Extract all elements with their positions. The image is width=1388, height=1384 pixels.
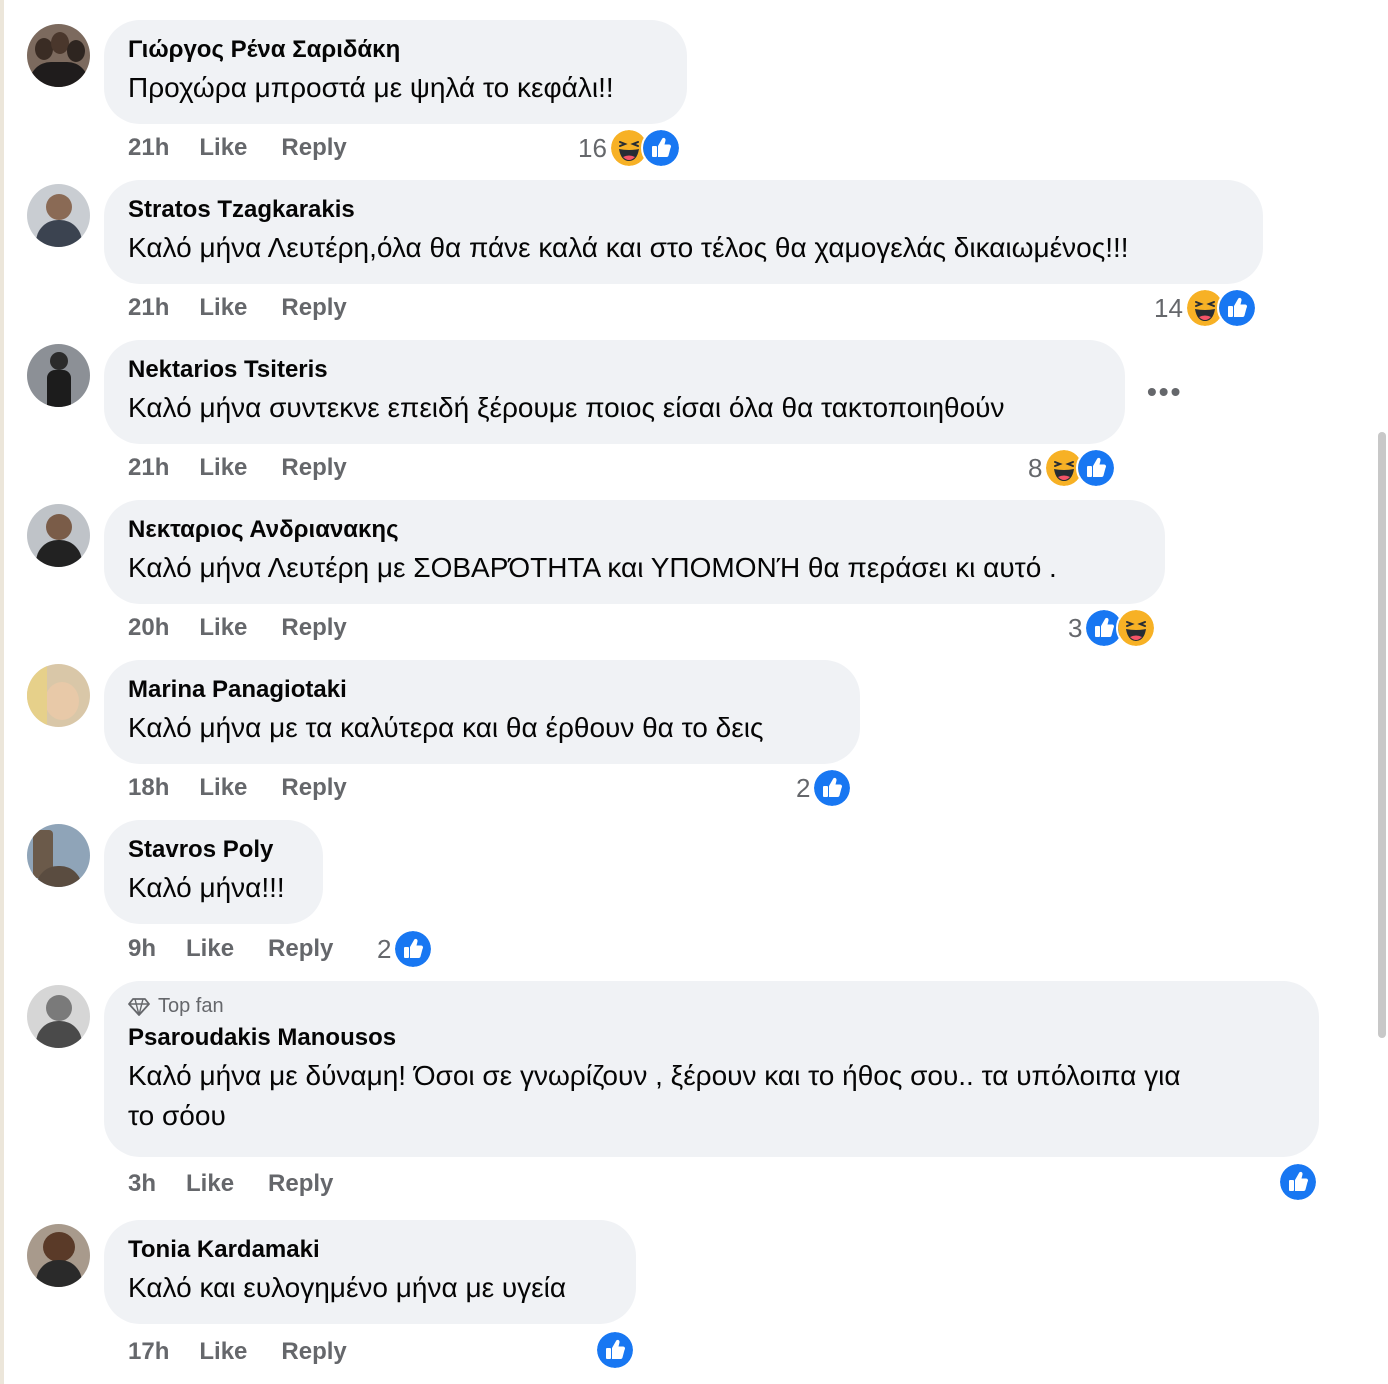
- comment-author[interactable]: Νεκταριος Ανδριανακης: [128, 514, 1141, 546]
- comment-text: Καλό μήνα!!!: [128, 872, 285, 903]
- reply-button[interactable]: Reply: [281, 134, 346, 162]
- comment-text: Προχώρα μπροστά με ψηλά το κεφάλι!!: [128, 72, 614, 103]
- comment-author[interactable]: Stratos Tzagkarakis: [128, 194, 1239, 226]
- reply-button[interactable]: Reply: [281, 454, 346, 482]
- comment-bubble: Stavros Poly Καλό μήνα!!!: [104, 820, 323, 924]
- reaction-count: 14: [1154, 292, 1183, 323]
- comment-timestamp[interactable]: 18h: [128, 774, 169, 802]
- comment-timestamp[interactable]: 9h: [128, 935, 156, 963]
- like-icon: [640, 128, 681, 168]
- comment-bubble: Nektarios Tsiteris Καλό μήνα συντεκνε επ…: [104, 340, 1125, 444]
- reactions-summary[interactable]: 14: [1154, 288, 1257, 328]
- like-button[interactable]: Like: [199, 774, 247, 802]
- comment-timestamp[interactable]: 17h: [128, 1338, 169, 1366]
- reaction-count: 2: [377, 933, 392, 964]
- reaction-count: 3: [1068, 612, 1083, 643]
- top-fan-label: Top fan: [158, 995, 224, 1017]
- comment-bubble: Stratos Tzagkarakis Καλό μήνα Λευτέρη,όλ…: [104, 180, 1263, 284]
- reactions-summary[interactable]: 16: [578, 128, 681, 168]
- comment-text: Καλό μήνα με τα καλύτερα και θα έρθουν θ…: [128, 712, 764, 743]
- like-icon: [393, 929, 434, 969]
- reactions-summary[interactable]: [593, 1330, 635, 1370]
- comment-author[interactable]: Γιώργος Ρένα Σαριδάκη: [128, 34, 663, 66]
- reactions-summary[interactable]: [1276, 1162, 1318, 1202]
- comment-text-line: Καλό μήνα με δύναμη! Όσοι σε γνωρίζουν ,…: [128, 1060, 1181, 1091]
- haha-icon: [1116, 608, 1157, 648]
- comment-meta: 3h Like Reply: [128, 1170, 333, 1198]
- avatar[interactable]: [27, 824, 90, 887]
- comment-text: Καλό μήνα Λευτέρη με ΣΟΒΑΡΌΤΗΤΑ και ΥΠΟΜ…: [128, 552, 1057, 583]
- more-options-icon[interactable]: •••: [1147, 376, 1182, 408]
- avatar[interactable]: [27, 184, 90, 247]
- comment-text: Καλό μήνα συντεκνε επειδή ξέρουμε ποιος …: [128, 392, 1005, 423]
- reaction-count: 16: [578, 132, 607, 163]
- comment-bubble: Γιώργος Ρένα Σαριδάκη Προχώρα μπροστά με…: [104, 20, 687, 124]
- comment-timestamp[interactable]: 21h: [128, 294, 169, 322]
- comment-timestamp[interactable]: 21h: [128, 454, 169, 482]
- comment-text: Καλό και ευλογημένο μήνα με υγεία: [128, 1272, 567, 1303]
- comment-meta: 18h Like Reply: [128, 774, 347, 802]
- like-icon: [1216, 288, 1257, 328]
- reaction-count: 2: [796, 772, 811, 803]
- like-button[interactable]: Like: [199, 294, 247, 322]
- avatar[interactable]: [27, 24, 90, 87]
- comment-author[interactable]: Nektarios Tsiteris: [128, 354, 1101, 386]
- like-button[interactable]: Like: [186, 935, 234, 963]
- reactions-summary[interactable]: 3: [1068, 608, 1157, 648]
- comment-author[interactable]: Tonia Kardamaki: [128, 1234, 612, 1266]
- avatar[interactable]: [27, 1224, 90, 1287]
- comment-meta: 21h Like Reply: [128, 294, 347, 322]
- comment-meta: 17h Like Reply: [128, 1338, 347, 1366]
- comment-bubble: Marina Panagiotaki Καλό μήνα με τα καλύτ…: [104, 660, 860, 764]
- reactions-summary[interactable]: 2: [377, 929, 434, 969]
- comment-timestamp[interactable]: 3h: [128, 1170, 156, 1198]
- scrollbar-thumb[interactable]: [1378, 432, 1386, 1038]
- reaction-count: 8: [1028, 452, 1043, 483]
- like-button[interactable]: Like: [186, 1170, 234, 1198]
- comment-text: Καλό μήνα με δύναμη! Όσοι σε γνωρίζουν ,…: [128, 1056, 1295, 1136]
- comment-timestamp[interactable]: 20h: [128, 614, 169, 642]
- like-button[interactable]: Like: [199, 1338, 247, 1366]
- like-icon: [1076, 448, 1117, 488]
- top-fan-badge: Top fan: [128, 995, 1295, 1018]
- reply-button[interactable]: Reply: [281, 774, 346, 802]
- like-button[interactable]: Like: [199, 454, 247, 482]
- comment-bubble: Top fan Psaroudakis Manousos Καλό μήνα μ…: [104, 981, 1319, 1157]
- reply-button[interactable]: Reply: [281, 614, 346, 642]
- comment-author[interactable]: Marina Panagiotaki: [128, 674, 836, 706]
- comment-author[interactable]: Psaroudakis Manousos: [128, 1022, 1295, 1054]
- reply-button[interactable]: Reply: [281, 1338, 346, 1366]
- avatar[interactable]: [27, 344, 90, 407]
- comment-meta: 9h Like Reply: [128, 935, 333, 963]
- reactions-summary[interactable]: 2: [796, 768, 853, 808]
- avatar[interactable]: [27, 985, 90, 1048]
- comment-bubble: Νεκταριος Ανδριανακης Καλό μήνα Λευτέρη …: [104, 500, 1165, 604]
- like-button[interactable]: Like: [199, 134, 247, 162]
- reply-button[interactable]: Reply: [268, 1170, 333, 1198]
- avatar[interactable]: [27, 664, 90, 727]
- comment-meta: 21h Like Reply: [128, 134, 347, 162]
- like-icon: [812, 768, 853, 808]
- reply-button[interactable]: Reply: [281, 294, 346, 322]
- comment-text-line: το σόου: [128, 1100, 226, 1131]
- comment-meta: 20h Like Reply: [128, 614, 347, 642]
- like-button[interactable]: Like: [199, 614, 247, 642]
- avatar[interactable]: [27, 504, 90, 567]
- comment-timestamp[interactable]: 21h: [128, 134, 169, 162]
- comment-meta: 21h Like Reply: [128, 454, 347, 482]
- reactions-summary[interactable]: 8: [1028, 448, 1117, 488]
- page-left-edge: [0, 0, 4, 1384]
- reply-button[interactable]: Reply: [268, 935, 333, 963]
- comment-text: Καλό μήνα Λευτέρη,όλα θα πάνε καλά και σ…: [128, 232, 1129, 263]
- like-icon: [1278, 1162, 1318, 1202]
- comment-author[interactable]: Stavros Poly: [128, 834, 299, 866]
- comment-bubble: Tonia Kardamaki Καλό και ευλογημένο μήνα…: [104, 1220, 636, 1324]
- diamond-icon: [128, 997, 150, 1016]
- like-icon: [595, 1330, 635, 1370]
